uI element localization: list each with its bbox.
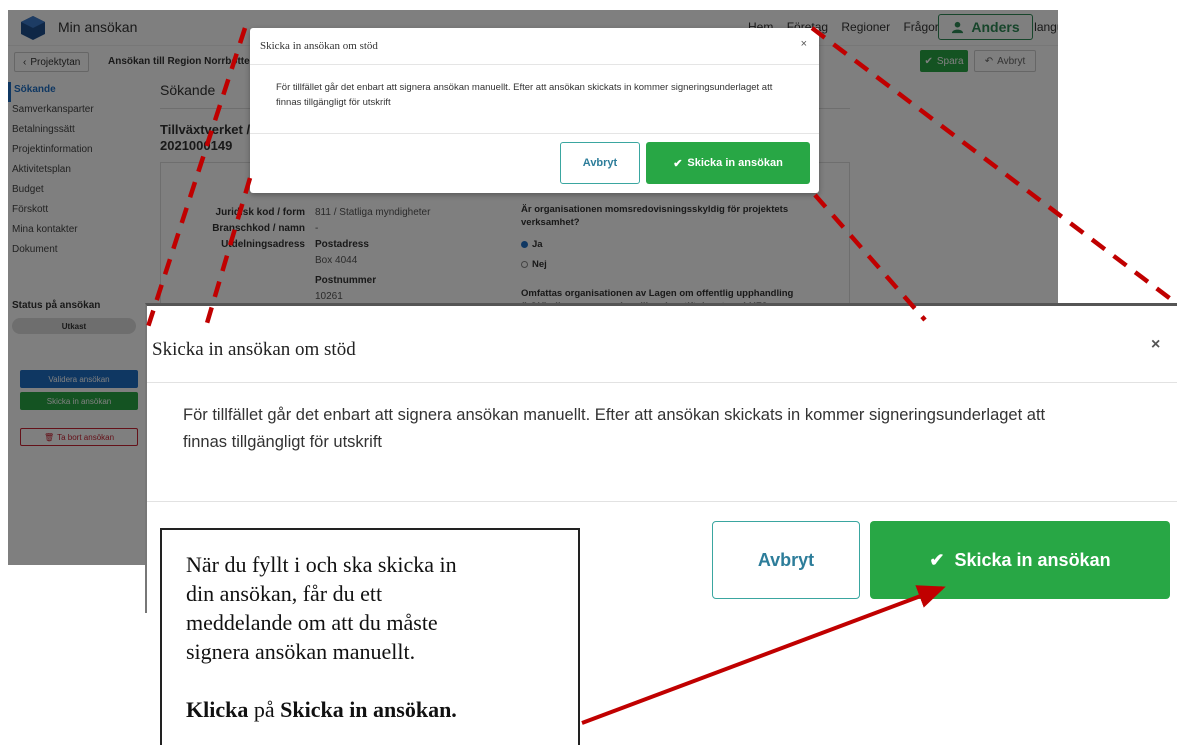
check-icon: ✔ <box>929 549 945 570</box>
tutorial-figure: Min ansökan Hem Företag Regioner Frågor … <box>0 0 1177 745</box>
check-icon: ✔ <box>673 157 683 170</box>
dialog-title: Skicka in ansökan om stöd <box>152 339 356 360</box>
dialog-body: För tillfället går det enbart att signer… <box>276 82 773 108</box>
dialog-cancel-button[interactable]: Avbryt <box>560 142 640 184</box>
callout-line: din ansökan, får du ett <box>186 581 383 606</box>
dialog-title: Skicka in ansökan om stöd <box>260 40 378 52</box>
divider <box>250 64 819 65</box>
dialog-submit-button[interactable]: ✔ Skicka in ansökan <box>646 142 810 184</box>
callout-line: meddelande om att du måste <box>186 610 438 635</box>
close-icon[interactable]: × <box>1151 336 1160 354</box>
callout-line: signera ansökan manuellt. <box>186 639 416 664</box>
callout-mid: på <box>248 697 281 722</box>
divider <box>147 501 1177 502</box>
divider <box>147 382 1177 383</box>
submit-application-button[interactable]: ✔ Skicka in ansökan <box>870 521 1170 599</box>
close-icon[interactable]: × <box>801 38 807 50</box>
submit-dialog-small: Skicka in ansökan om stöd × För tillfäll… <box>250 28 819 193</box>
cancel-button[interactable]: Avbryt <box>712 521 860 599</box>
callout-line: När du fyllt i och ska skicka in <box>186 552 457 577</box>
submit-label: Skicka in ansökan <box>954 549 1111 570</box>
callout-bold-click: Klicka <box>186 697 249 722</box>
callout-bold-target: Skicka in ansökan. <box>280 697 457 722</box>
instruction-callout: När du fyllt i och ska skicka in din ans… <box>160 528 580 745</box>
divider <box>250 133 819 134</box>
callout-instruction: Klicka på Skicka in ansökan. <box>186 695 562 724</box>
dialog-body: För tillfället går det enbart att signer… <box>183 406 1046 451</box>
dialog-submit-label: Skicka in ansökan <box>687 157 783 169</box>
